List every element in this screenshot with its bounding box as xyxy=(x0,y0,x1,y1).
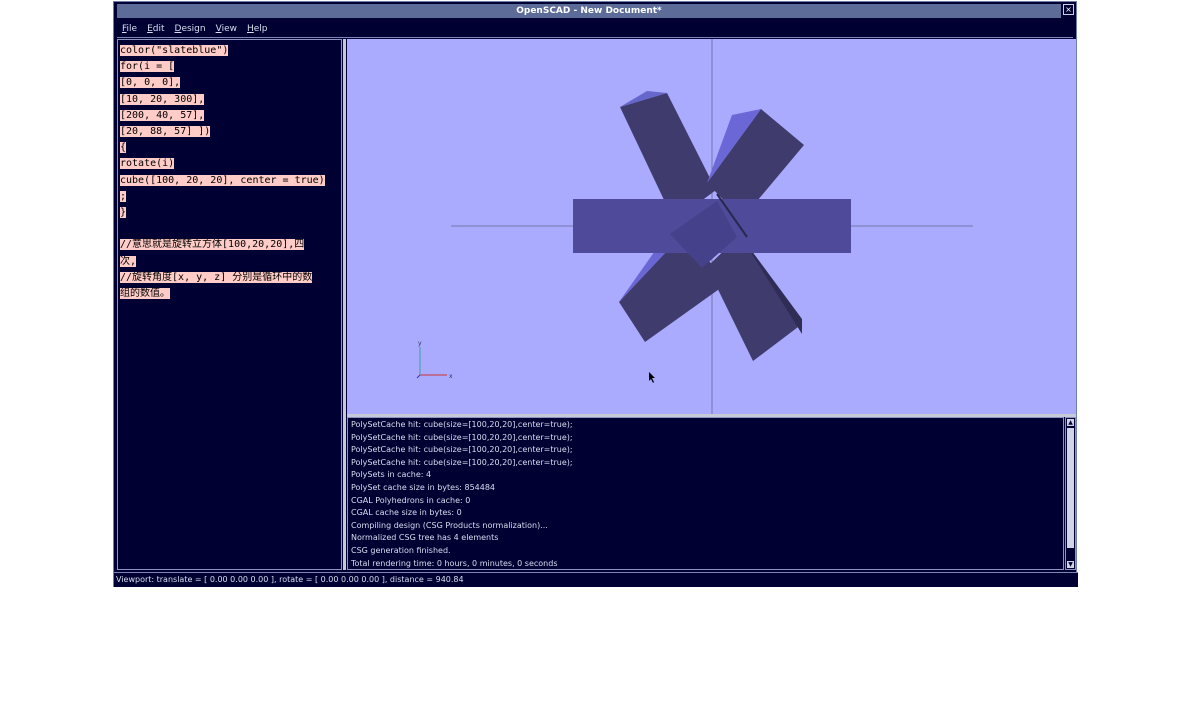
axes-indicator: x y xyxy=(416,340,453,380)
window-title: OpenSCAD - New Document* xyxy=(516,6,662,16)
code-line: } xyxy=(120,207,127,219)
scene-svg: x y xyxy=(416,39,973,414)
code-line: 组的数值。 xyxy=(120,288,170,300)
code-line: [20, 88, 57] ]) xyxy=(120,126,211,138)
code-line: 次, xyxy=(120,255,137,267)
console-scrollbar[interactable]: ▲ ▼ xyxy=(1065,417,1076,570)
console-line: PolySet cache size in bytes: 854484 xyxy=(351,482,496,492)
code-editor[interactable]: color("slateblue") for(i = [ [0, 0, 0], [10… xyxy=(117,39,342,570)
code-line: ; xyxy=(120,190,127,202)
console-line: Total rendering time: 0 hours, 0 minutes… xyxy=(351,558,558,568)
scroll-thumb[interactable] xyxy=(1067,428,1074,548)
code-line: for(i = [ xyxy=(120,61,175,73)
menu-item-help[interactable]: Help xyxy=(242,21,273,37)
menu-item-file[interactable]: File xyxy=(117,21,142,37)
axis-y-label: y xyxy=(418,340,422,347)
vertical-splitter[interactable] xyxy=(343,39,346,570)
code-line: [200, 40, 57], xyxy=(120,109,205,121)
menu-item-design[interactable]: Design xyxy=(170,21,211,37)
console-line: PolySetCache hit: cube(size=[100,20,20],… xyxy=(351,445,573,455)
code-line: //旋转角度[x, y, z] 分别是循环中的数 xyxy=(120,271,313,283)
console-output: PolySetCache hit: cube(size=[100,20,20],… xyxy=(347,417,1064,570)
status-text: Viewport: translate = [ 0.00 0.00 0.00 ]… xyxy=(116,575,464,584)
code-line: [0, 0, 0], xyxy=(120,77,181,89)
console-line: CSG generation finished. xyxy=(351,545,451,555)
console-line: Normalized CSG tree has 4 elements xyxy=(351,533,499,543)
code-line: color("slateblue") xyxy=(120,45,229,56)
scroll-up-icon[interactable]: ▲ xyxy=(1067,419,1074,426)
console-line: PolySetCache hit: cube(size=[100,20,20],… xyxy=(351,457,573,467)
code-line: //意思就是旋转立方体[100,20,20],四 xyxy=(120,239,305,251)
console-line: CGAL Polyhedrons in cache: 0 xyxy=(351,495,471,505)
code-line: { xyxy=(120,142,127,154)
code-line: cube([100, 20, 20], center = true) xyxy=(120,174,325,186)
openscad-window: OpenSCAD - New Document* × File Edit Desig… xyxy=(113,1,1078,587)
3d-viewport[interactable]: x y xyxy=(347,39,1076,414)
close-button[interactable]: × xyxy=(1063,4,1074,15)
model-beam-lower-right xyxy=(707,235,802,361)
scroll-down-icon[interactable]: ▼ xyxy=(1067,561,1074,568)
menu-item-view[interactable]: View xyxy=(211,21,242,37)
status-bar: Viewport: translate = [ 0.00 0.00 0.00 ]… xyxy=(114,572,1078,587)
console-line: PolySets in cache: 4 xyxy=(351,470,432,480)
code-line: rotate(i) xyxy=(120,158,175,170)
console-line: PolySetCache hit: cube(size=[100,20,20],… xyxy=(351,432,573,442)
code-line: [10, 20, 300], xyxy=(120,93,205,105)
console-line: PolySetCache hit: cube(size=[100,20,20],… xyxy=(351,420,573,429)
mouse-cursor-icon xyxy=(649,372,655,383)
console-line: Compiling design (CSG Products normaliza… xyxy=(351,520,548,530)
axis-x-label: x xyxy=(449,373,453,380)
menu-bar: File Edit Design View Help xyxy=(117,21,1073,38)
menu-item-edit[interactable]: Edit xyxy=(142,21,169,37)
title-bar: OpenSCAD - New Document* xyxy=(117,4,1061,18)
console-line: CGAL cache size in bytes: 0 xyxy=(351,508,462,518)
